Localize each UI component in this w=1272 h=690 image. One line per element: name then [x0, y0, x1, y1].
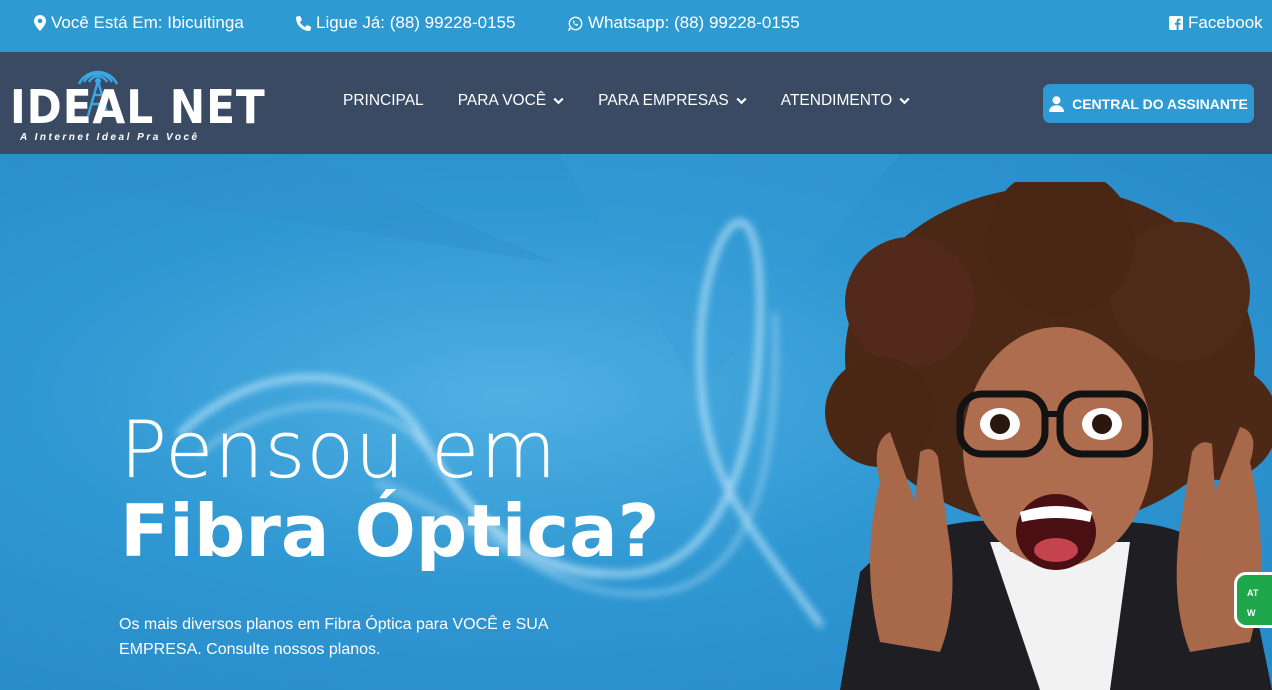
whatsapp-link[interactable]: Whatsapp: (88) 99228-0155: [568, 13, 800, 33]
main-menu: PRINCIPAL PARA VOCÊ PARA EMPRESAS ATENDI…: [343, 92, 944, 110]
hero-title-line1: Pensou em: [120, 406, 558, 496]
nav-label: PRINCIPAL: [343, 92, 424, 109]
phone-link[interactable]: Ligue Já: (88) 99228-0155: [296, 13, 515, 33]
facebook-link[interactable]: Facebook: [1169, 13, 1263, 33]
chevron-down-icon: [553, 97, 564, 105]
location-text: Você Está Em: Ibicuitinga: [51, 13, 244, 32]
phone-text: Ligue Já: (88) 99228-0155: [316, 13, 516, 32]
main-navbar: IDEAL NET A Internet Ideal Pra Você PRIN…: [0, 52, 1272, 154]
floating-tab-line2: W: [1247, 608, 1256, 618]
floating-whatsapp-button[interactable]: AT W: [1234, 572, 1272, 628]
hero-banner: Pensou em Fibra Óptica? Os mais diversos…: [0, 154, 1272, 690]
hero-subtitle: Os mais diversos planos em Fibra Óptica …: [119, 616, 548, 658]
cta-label: CENTRAL DO ASSINANTE: [1072, 95, 1248, 112]
nav-item-principal[interactable]: PRINCIPAL: [343, 92, 424, 110]
floating-tab-line1: AT: [1247, 588, 1259, 598]
chevron-down-icon: [736, 97, 747, 105]
nav-label: PARA VOCÊ: [457, 92, 547, 109]
nav-item-atendimento[interactable]: ATENDIMENTO: [781, 92, 910, 110]
logo-tagline: A Internet Ideal Pra Você: [20, 132, 200, 143]
hero-title-line2: Fibra Óptica?: [120, 489, 660, 573]
facebook-text: Facebook: [1188, 13, 1263, 32]
surprised-woman-image: [825, 182, 1272, 690]
whatsapp-text: Whatsapp: (88) 99228-0155: [588, 13, 800, 32]
chevron-down-icon: [899, 97, 910, 105]
top-info-bar: Você Está Em: Ibicuitinga Ligue Já: (88)…: [0, 0, 1272, 52]
facebook-icon: [1169, 16, 1183, 30]
logo[interactable]: IDEAL NET A Internet Ideal Pra Você: [10, 62, 265, 146]
nav-item-para-voce[interactable]: PARA VOCÊ: [458, 92, 564, 110]
phone-icon: [296, 15, 311, 31]
nav-item-para-empresas[interactable]: PARA EMPRESAS: [598, 92, 747, 110]
location-info: Você Está Em: Ibicuitinga: [34, 13, 244, 33]
whatsapp-icon: [568, 16, 583, 31]
user-icon: [1049, 95, 1065, 112]
map-marker-icon: [34, 15, 46, 31]
nav-label: ATENDIMENTO: [780, 92, 893, 109]
logo-wordmark: IDEAL NET: [10, 80, 266, 134]
central-do-assinante-button[interactable]: CENTRAL DO ASSINANTE: [1043, 84, 1254, 123]
nav-label: PARA EMPRESAS: [598, 92, 729, 109]
